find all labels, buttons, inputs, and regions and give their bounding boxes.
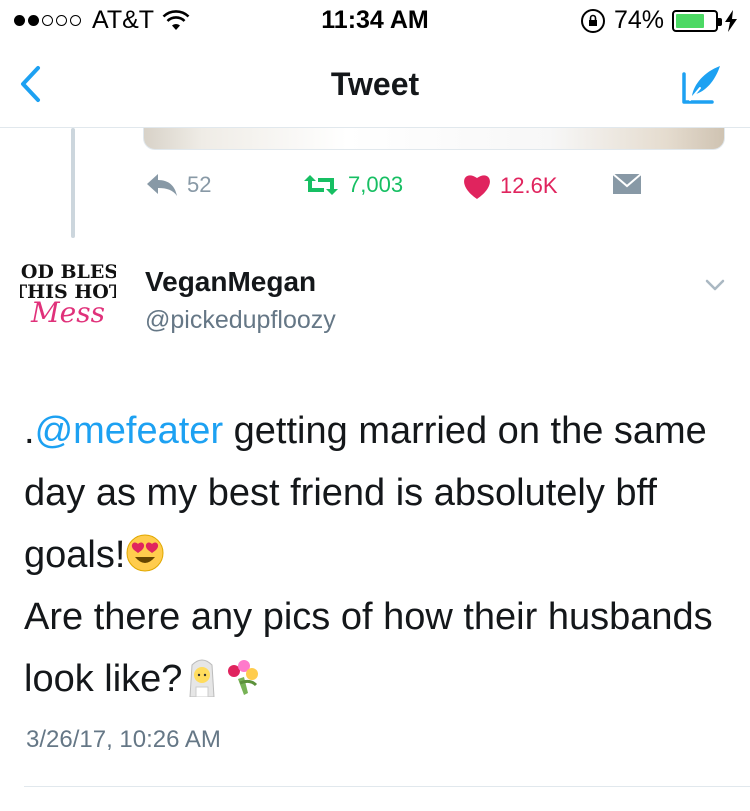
tweet-text-prefix: . (24, 410, 35, 452)
avatar-text-3: Mess (30, 296, 105, 329)
reply-count: 52 (187, 172, 212, 197)
retweet-count: 7,003 (348, 172, 404, 197)
bride-emoji-icon (189, 659, 215, 697)
retweet-icon (304, 175, 338, 195)
page-title: Tweet (330, 66, 420, 102)
divider (24, 786, 750, 787)
previous-tweet-media[interactable] (143, 128, 725, 150)
rotation-lock-icon (580, 8, 605, 33)
tweet-text: .@mefeater getting married on the same d… (24, 400, 714, 710)
heart-eyes-emoji-icon (126, 534, 164, 572)
like-button[interactable]: 12.6K (462, 172, 558, 200)
tweet-text-part2: Are there any pics of how their husbands… (24, 596, 713, 700)
status-bar: AT&T 11:34 AM 74% (0, 0, 750, 40)
previous-tweet-actions: 52 7,003 12.6K (0, 172, 750, 206)
avatar-logo: GOD BLESS THIS HOT Mess (5, 261, 132, 329)
envelope-icon (612, 173, 642, 194)
like-count: 12.6K (500, 173, 558, 198)
charging-bolt-icon (725, 9, 737, 32)
avatar[interactable]: GOD BLESS THIS HOT Mess (5, 258, 132, 338)
avatar-text-1: GOD BLESS (20, 261, 116, 283)
direct-message-button[interactable] (612, 172, 650, 196)
reply-button[interactable]: 52 (145, 172, 211, 198)
battery-percent: 74% (613, 6, 664, 34)
tweet-timestamp: 3/26/17, 10:26 AM (26, 726, 221, 753)
bouquet-emoji-icon (228, 660, 259, 695)
display-name[interactable]: VeganMegan (145, 266, 316, 298)
status-right: 74% (580, 6, 738, 35)
heart-icon (464, 175, 490, 199)
nav-bar: Tweet (0, 40, 750, 128)
username[interactable]: @pickedupfloozy (145, 306, 336, 335)
battery-icon (672, 9, 722, 32)
retweet-button[interactable]: 7,003 (302, 172, 403, 198)
reply-icon (147, 174, 177, 196)
mention-link[interactable]: @mefeater (35, 410, 224, 452)
compose-tweet-icon[interactable] (680, 62, 724, 106)
chevron-down-icon[interactable] (704, 274, 726, 296)
